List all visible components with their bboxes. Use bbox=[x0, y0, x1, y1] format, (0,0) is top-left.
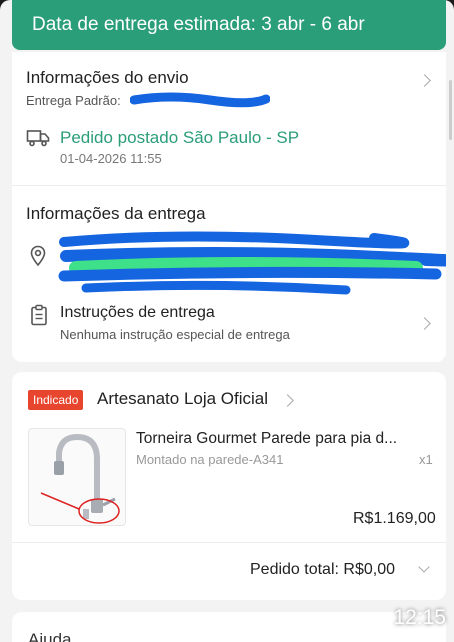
scrollbar[interactable] bbox=[449, 80, 452, 140]
shipping-info-title: Informações do envio bbox=[26, 68, 189, 87]
delivery-estimate-banner: Data de entrega estimada: 3 abr - 6 abr bbox=[12, 0, 446, 50]
status-bar-clock: 12:15 bbox=[393, 606, 446, 629]
recommended-badge: Indicado bbox=[28, 390, 84, 410]
divider bbox=[12, 185, 446, 186]
product-row[interactable]: Torneira Gourmet Parede para pia d... Mo… bbox=[12, 420, 446, 538]
chevron-right-icon bbox=[418, 74, 431, 87]
product-thumbnail bbox=[28, 428, 126, 526]
shipment-status: Pedido postado São Paulo - SP bbox=[60, 128, 300, 147]
store-row[interactable]: Indicado Artesanato Loja Oficial bbox=[12, 372, 446, 420]
delivery-estimate-text: Data de entrega estimada: 3 abr - 6 abr bbox=[32, 14, 365, 35]
delivery-info-title: Informações da entrega bbox=[26, 204, 206, 223]
chevron-right-icon bbox=[281, 394, 294, 407]
location-pin-icon bbox=[30, 245, 46, 267]
help-title: Ajuda bbox=[28, 630, 72, 642]
chevron-right-icon bbox=[418, 317, 431, 330]
truck-icon bbox=[26, 130, 50, 147]
product-title: Torneira Gourmet Parede para pia d... bbox=[136, 430, 398, 447]
help-card: Ajuda bbox=[12, 612, 446, 642]
order-total-row[interactable]: Pedido total: R$0,00 bbox=[12, 543, 446, 599]
delivery-instructions-title: Instruções de entrega bbox=[60, 304, 215, 321]
chevron-down-icon bbox=[418, 561, 430, 573]
shipping-info-row[interactable]: Informações do envio Entrega Padrão: Ped… bbox=[12, 52, 446, 184]
address-redaction bbox=[58, 231, 446, 295]
clipboard-icon bbox=[31, 304, 47, 326]
product-variant: Montado na parede-A341 bbox=[136, 452, 284, 467]
shipping-method-label: Entrega Padrão: bbox=[26, 93, 121, 108]
delivery-instructions-row[interactable]: Instruções de entrega Nenhuma instrução … bbox=[12, 296, 446, 352]
order-item-card: Indicado Artesanato Loja Oficial Torneir… bbox=[12, 372, 446, 600]
order-details-screen: Data de entrega estimada: 3 abr - 6 abr … bbox=[0, 0, 454, 642]
order-total: Pedido total: R$0,00 bbox=[250, 561, 395, 578]
product-quantity: x1 bbox=[419, 452, 433, 467]
delivery-instructions-text: Nenhuma instrução especial de entrega bbox=[60, 327, 290, 342]
product-price: R$1.169,00 bbox=[353, 510, 436, 527]
store-name: Artesanato Loja Oficial bbox=[97, 389, 269, 408]
shipment-timestamp: 01-04-2026 11:55 bbox=[60, 151, 162, 166]
faucet-image bbox=[40, 433, 120, 524]
tracking-number-redaction bbox=[130, 92, 270, 108]
shipping-delivery-card: Informações do envio Entrega Padrão: Ped… bbox=[12, 52, 446, 362]
